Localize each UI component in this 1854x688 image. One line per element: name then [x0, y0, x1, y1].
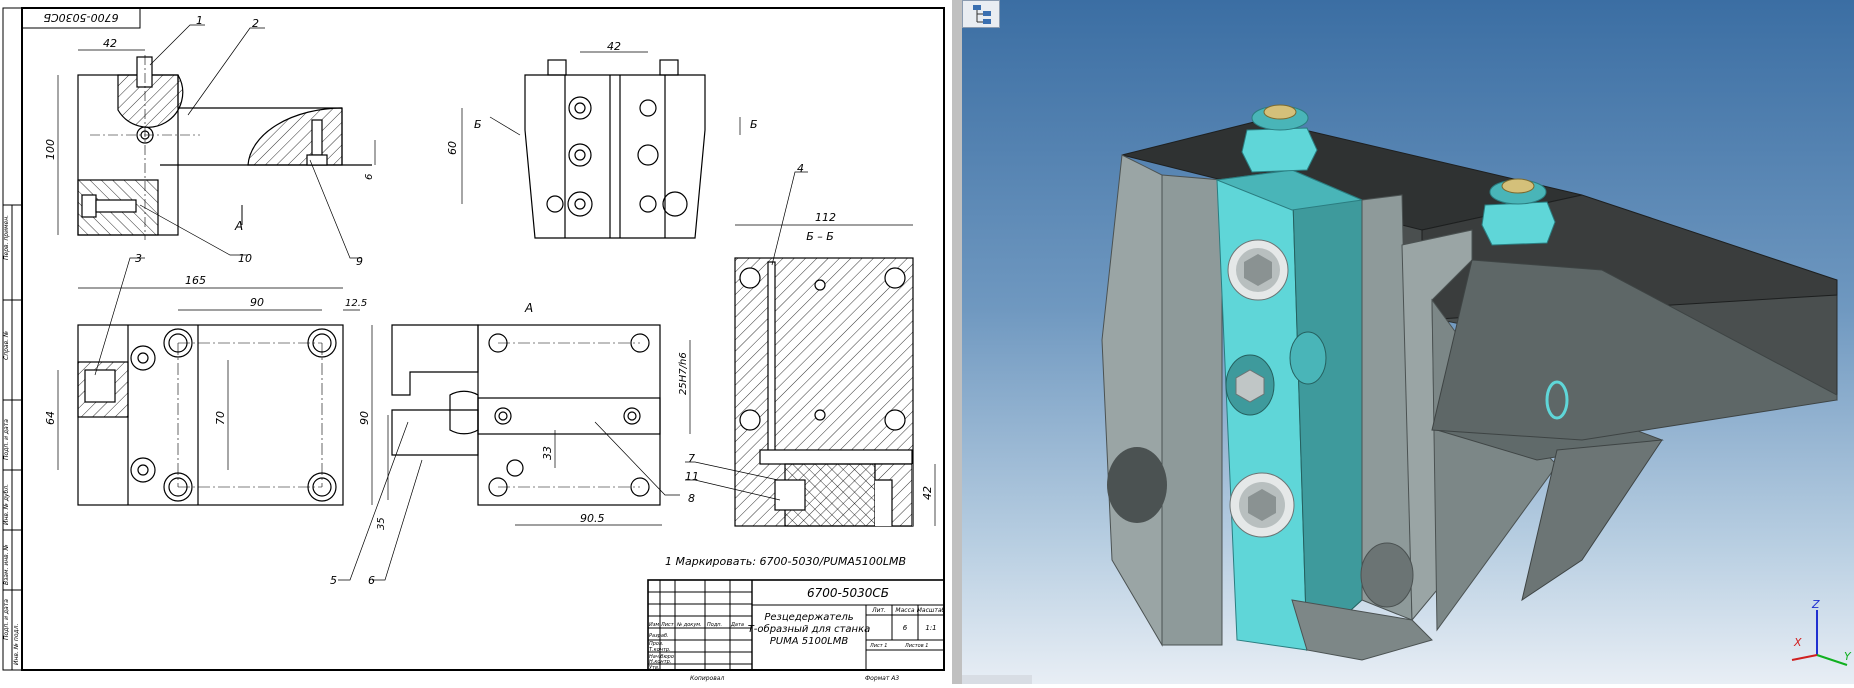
svg-text:Утв.: Утв.: [649, 665, 660, 671]
dim-60: 60: [446, 141, 459, 155]
pin-hole: [1289, 331, 1327, 385]
pane-divider[interactable]: [952, 0, 962, 684]
svg-text:Разраб.: Разраб.: [649, 633, 669, 639]
title-line-3: PUMA 5100LMB: [770, 636, 849, 647]
dim-90a: 90: [250, 296, 264, 309]
section-mark-left: Б: [474, 118, 482, 131]
title-stamp-number: 6700-5030СБ: [807, 586, 889, 600]
plan-view: [77, 324, 344, 506]
view-a-dims: [387, 340, 691, 526]
callout-2: 2: [252, 17, 259, 30]
front-view: [77, 55, 372, 240]
dim-125: 12.5: [345, 298, 367, 309]
side-label-2: Справ. №: [3, 331, 10, 360]
svg-text:Лист: Лист: [660, 622, 675, 628]
dim-42b: 42: [607, 40, 621, 53]
dim-42c: 42: [921, 486, 934, 500]
side-label-1: Перв. примен.: [3, 215, 10, 260]
clamp-nut-1: [1241, 104, 1318, 173]
dim-33: 33: [541, 446, 554, 460]
dim-25h7: 25H7/h6: [678, 352, 689, 395]
callout-1: 1: [196, 14, 203, 27]
callout-9: 9: [356, 255, 363, 268]
dim-35: 35: [376, 517, 387, 530]
copied-label: Копировал: [690, 675, 724, 682]
dim-100: 100: [44, 139, 57, 160]
scale-header: Масштаб: [917, 607, 946, 614]
side-label-6: Подп. и дата: [3, 599, 10, 640]
title-line-2: Т-образный для станка: [748, 623, 871, 635]
title-table-rows: Разраб. Пров. Т.контр. Нач.бюро Н.контр.…: [649, 633, 674, 671]
svg-text:Подп.: Подп.: [707, 622, 722, 628]
dim-70: 70: [214, 411, 227, 425]
dim-165: 165: [185, 274, 206, 287]
stamp-mirror: 6700-5030СБ: [43, 11, 118, 24]
callout-leaders-2: [338, 421, 680, 581]
end-view: [524, 59, 706, 239]
side-label-7: Инв. № подл.: [13, 624, 20, 665]
section-mark-right: Б: [750, 118, 758, 131]
dim-90b: 90: [358, 411, 371, 425]
dim-6: 6: [364, 174, 375, 180]
model-tree-button[interactable]: [962, 0, 1000, 28]
svg-text:Т.контр.: Т.контр.: [649, 647, 671, 653]
marking-note: 1 Маркировать: 6700-5030/PUMA5100LMB: [665, 555, 906, 568]
mass-header: Масса: [895, 607, 914, 614]
sheet-label: Лист 1: [869, 643, 887, 649]
tree-icon: [973, 5, 991, 24]
hex-bolt-bottom: [1229, 472, 1295, 538]
horizontal-scrollbar[interactable]: [962, 675, 1032, 684]
callout-8: 8: [688, 492, 695, 505]
scale-value: 1:1: [925, 624, 936, 632]
view-a-title: А: [524, 301, 533, 315]
side-label-4: Инв. № дубл.: [3, 484, 10, 525]
view-a: [391, 324, 661, 506]
axis-z-label: Z: [1811, 598, 1820, 611]
svg-text:Дата: Дата: [730, 622, 744, 628]
callout-7: 7: [688, 452, 695, 465]
hex-bolt-mid: [1225, 354, 1275, 416]
side-label-5: Взам. инв. №: [3, 544, 10, 585]
side-label-3: Подп. и дата: [3, 419, 10, 460]
callout-4: 4: [797, 162, 804, 175]
sheets-label: Листов 1: [904, 643, 928, 649]
dim-905: 90.5: [580, 512, 605, 525]
drawing-sheet: Перв. примен. Справ. № Подп. и дата Инв.…: [0, 0, 952, 684]
axis-x-label: X: [1793, 636, 1802, 649]
callout-3: 3: [135, 252, 142, 265]
3d-viewport[interactable]: Z Y X: [962, 0, 1854, 684]
3d-model: Z Y X: [1101, 104, 1852, 666]
callout-6: 6: [368, 574, 375, 587]
callout-5: 5: [330, 574, 337, 587]
dim-64: 64: [44, 411, 57, 425]
svg-text:Изм: Изм: [649, 622, 659, 628]
clamp-nut-2: [1481, 178, 1556, 246]
callout-11: 11: [685, 470, 699, 483]
section-title: Б – Б: [806, 230, 834, 243]
hex-bolt-top: [1227, 239, 1289, 301]
section-view: [734, 257, 914, 527]
format-label: Формат А3: [865, 675, 899, 682]
lit-header: Лит.: [871, 607, 886, 614]
mass-value: 6: [903, 624, 908, 632]
title-line-1: Резцедержатель: [764, 612, 853, 623]
axis-y-label: Y: [1844, 650, 1852, 663]
dim-42a: 42: [103, 37, 117, 50]
svg-text:№ докум.: № докум.: [676, 622, 702, 628]
dim-112: 112: [815, 211, 836, 224]
callout-10: 10: [238, 252, 252, 265]
assembly-drawing: Перв. примен. Справ. № Подп. и дата Инв.…: [2, 7, 946, 682]
